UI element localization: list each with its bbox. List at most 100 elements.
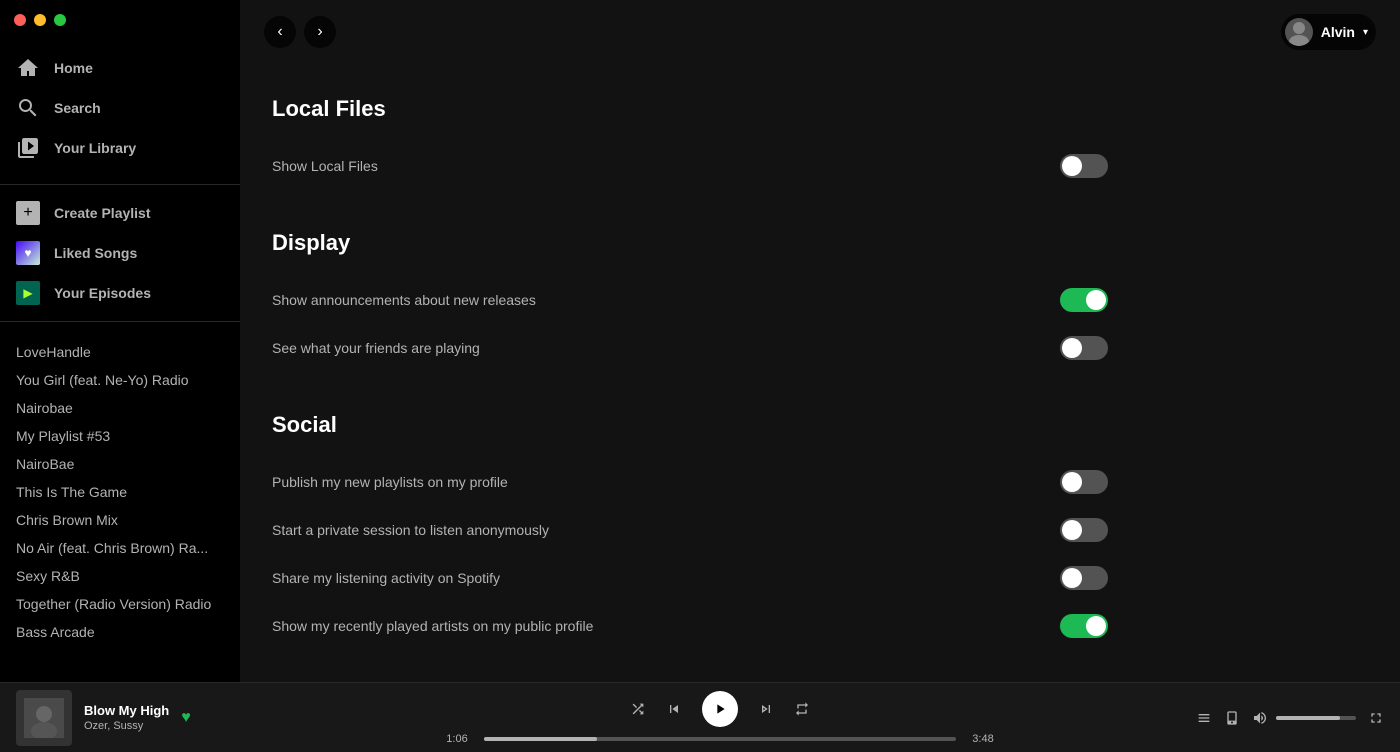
toggle-slider-show-local-files — [1060, 154, 1108, 178]
player-right-controls — [1104, 710, 1384, 726]
current-time: 1:06 — [440, 733, 474, 745]
toggle-slider-show-recently-played — [1060, 614, 1108, 638]
sidebar-item-liked-songs-label: Liked Songs — [54, 245, 137, 261]
sidebar-item-library-label: Your Library — [54, 140, 136, 156]
settings-section-social: Social Publish my new playlists on my pro… — [272, 404, 1108, 650]
setting-label-publish-playlists: Publish my new playlists on my profile — [272, 474, 1060, 490]
setting-label-show-local-files: Show Local Files — [272, 158, 1060, 174]
setting-row-publish-playlists: Publish my new playlists on my profile — [272, 458, 1108, 506]
sidebar: Home Search Your Library — [0, 0, 240, 682]
toggle-show-recently-played[interactable] — [1060, 614, 1108, 638]
toggle-slider-private-session — [1060, 518, 1108, 542]
minimize-button[interactable] — [34, 14, 46, 26]
toggle-slider-share-activity — [1060, 566, 1108, 590]
setting-row-show-local-files: Show Local Files — [272, 142, 1108, 190]
list-item[interactable]: Together (Radio Version) Radio — [0, 590, 240, 618]
list-item[interactable]: No Air (feat. Chris Brown) Ra... — [0, 534, 240, 562]
total-time: 3:48 — [966, 733, 1000, 745]
next-button[interactable] — [758, 701, 774, 717]
sidebar-item-liked-songs[interactable]: ♥ Liked Songs — [0, 233, 240, 273]
setting-label-private-session: Start a private session to listen anonym… — [272, 522, 1060, 538]
play-pause-button[interactable] — [702, 691, 738, 727]
volume-bar[interactable] — [1276, 716, 1356, 720]
toggle-show-local-files[interactable] — [1060, 154, 1108, 178]
create-playlist-icon: + — [16, 201, 40, 225]
sidebar-item-home[interactable]: Home — [0, 48, 240, 88]
toggle-show-friends[interactable] — [1060, 336, 1108, 360]
forward-button[interactable]: › — [304, 16, 336, 48]
track-artists: Ozer, Sussy — [84, 720, 169, 732]
volume-area — [1252, 710, 1356, 726]
list-item[interactable]: You Girl (feat. Ne-Yo) Radio — [0, 366, 240, 394]
shuffle-button[interactable] — [630, 701, 646, 717]
toggle-private-session[interactable] — [1060, 518, 1108, 542]
progress-bar[interactable] — [484, 737, 956, 741]
player-bar: Blow My High Ozer, Sussy ♥ 1:06 — [0, 682, 1400, 752]
track-name: Blow My High — [84, 703, 169, 718]
sidebar-divider-2 — [0, 321, 240, 322]
setting-row-show-friends: See what your friends are playing — [272, 324, 1108, 372]
list-item[interactable]: LoveHandle — [0, 338, 240, 366]
previous-button[interactable] — [666, 701, 682, 717]
setting-row-show-recently-played: Show my recently played artists on my pu… — [272, 602, 1108, 650]
main-layout: Home Search Your Library — [0, 0, 1400, 682]
list-item[interactable]: Chris Brown Mix — [0, 506, 240, 534]
setting-label-share-activity: Share my listening activity on Spotify — [272, 570, 1060, 586]
home-icon — [16, 56, 40, 80]
toggle-share-activity[interactable] — [1060, 566, 1108, 590]
sidebar-divider-1 — [0, 184, 240, 185]
sidebar-nav: Home Search Your Library — [0, 40, 240, 176]
liked-songs-icon: ♥ — [16, 241, 40, 265]
list-item[interactable]: Sexy R&B — [0, 562, 240, 590]
close-button[interactable] — [14, 14, 26, 26]
progress-fill — [484, 737, 597, 741]
playback-controls — [630, 691, 810, 727]
sidebar-item-create-playlist[interactable]: + Create Playlist — [0, 193, 240, 233]
section-title-display: Display — [272, 222, 1108, 256]
device-button[interactable] — [1224, 710, 1240, 726]
toggle-slider-show-announcements — [1060, 288, 1108, 312]
playlist-list: LoveHandleYou Girl (feat. Ne-Yo) RadioNa… — [0, 330, 240, 682]
list-item[interactable]: My Playlist #53 — [0, 422, 240, 450]
list-item[interactable]: NairoBae — [0, 450, 240, 478]
library-icon — [16, 136, 40, 160]
user-name: Alvin — [1321, 24, 1355, 40]
like-button[interactable]: ♥ — [181, 709, 191, 727]
maximize-button[interactable] — [54, 14, 66, 26]
sidebar-item-your-episodes[interactable]: ▶ Your Episodes — [0, 273, 240, 313]
setting-label-show-announcements: Show announcements about new releases — [272, 292, 1060, 308]
avatar — [1285, 18, 1313, 46]
sidebar-item-search[interactable]: Search — [0, 88, 240, 128]
track-thumbnail — [16, 690, 72, 746]
topbar: ‹ › Alvin ▾ — [240, 0, 1400, 64]
settings-section-display: Display Show announcements about new rele… — [272, 222, 1108, 372]
sidebar-item-library[interactable]: Your Library — [0, 128, 240, 168]
toggle-slider-publish-playlists — [1060, 470, 1108, 494]
user-menu[interactable]: Alvin ▾ — [1281, 14, 1376, 50]
section-title-local-files: Local Files — [272, 88, 1108, 122]
list-item[interactable]: Nairobae — [0, 394, 240, 422]
section-title-social: Social — [272, 404, 1108, 438]
chevron-down-icon: ▾ — [1363, 27, 1368, 38]
toggle-show-announcements[interactable] — [1060, 288, 1108, 312]
progress-area: 1:06 3:48 — [440, 733, 1000, 745]
nav-buttons: ‹ › — [264, 16, 336, 48]
toggle-publish-playlists[interactable] — [1060, 470, 1108, 494]
episodes-icon: ▶ — [16, 281, 40, 305]
player-controls-area: 1:06 3:48 — [336, 691, 1104, 745]
list-item[interactable]: Bass Arcade — [0, 618, 240, 646]
queue-button[interactable] — [1196, 710, 1212, 726]
sidebar-item-home-label: Home — [54, 60, 93, 76]
sidebar-item-search-label: Search — [54, 100, 101, 116]
fullscreen-button[interactable] — [1368, 710, 1384, 726]
list-item[interactable]: This Is The Game — [0, 478, 240, 506]
volume-icon[interactable] — [1252, 710, 1268, 726]
setting-label-show-friends: See what your friends are playing — [272, 340, 1060, 356]
player-track-info: Blow My High Ozer, Sussy ♥ — [16, 690, 336, 746]
volume-fill — [1276, 716, 1340, 720]
repeat-button[interactable] — [794, 701, 810, 717]
back-button[interactable]: ‹ — [264, 16, 296, 48]
search-icon — [16, 96, 40, 120]
toggle-slider-show-friends — [1060, 336, 1108, 360]
setting-label-show-recently-played: Show my recently played artists on my pu… — [272, 618, 1060, 634]
